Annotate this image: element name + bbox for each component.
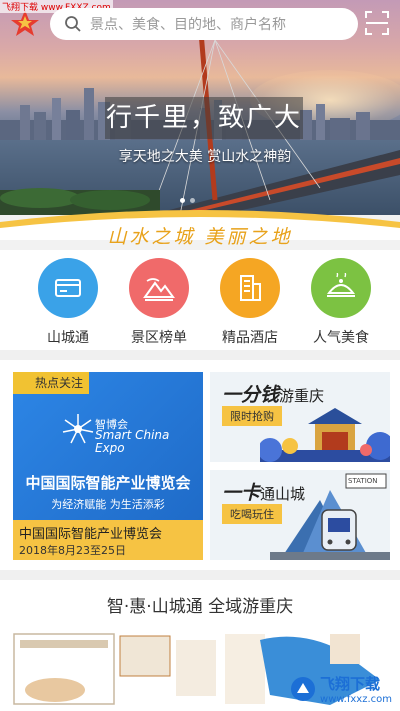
search-input[interactable]: 景点、美食、目的地、商户名称 <box>90 14 286 34</box>
expo-footer-title: 中国国际智能产业博览会 <box>19 527 163 542</box>
quick-item-food[interactable]: 人气美食 <box>301 258 381 347</box>
hot-tag: 热点关注 <box>13 372 89 394</box>
card-title: 一分钱游重庆 <box>222 380 324 407</box>
slogan: 山水之城 美丽之地 <box>107 226 293 248</box>
building-icon <box>220 258 280 318</box>
expo-card[interactable]: 热点关注 智博会 Smart China Expo 中国国际智能产业博览会 为经… <box>13 372 203 560</box>
promo-cards: 热点关注 智博会 Smart China Expo 中国国际智能产业博览会 为经… <box>0 360 400 570</box>
expo-logo-en: Smart China Expo <box>95 428 170 455</box>
dish-icon <box>311 258 371 318</box>
expo-subtitle: 为经济赋能 为生活添彩 <box>51 498 165 511</box>
quick-label: 人气美食 <box>313 330 369 346</box>
expo-footer: 中国国际智能产业博览会 2018年8月23至25日 <box>13 520 203 560</box>
card-title-suffix: 游重庆 <box>279 387 325 405</box>
section-divider <box>0 570 400 580</box>
quick-label: 精品酒店 <box>222 330 278 346</box>
section-divider <box>0 350 400 360</box>
watermark-title: 飞翔下载 <box>320 675 381 693</box>
search-icon <box>65 16 81 32</box>
hero-title: 行千里，致广大 <box>105 97 303 139</box>
watermark-url: www.fxxz.com <box>320 694 392 705</box>
quick-label: 景区榜单 <box>131 330 187 346</box>
mountain-icon <box>129 258 189 318</box>
expo-footer-date: 2018年8月23至25日 <box>19 544 126 557</box>
station-sign: STATION <box>348 477 378 485</box>
quick-entries: 山城通 景区榜单 精品酒店 人气美食 <box>0 250 400 350</box>
watermark-logo-icon <box>291 677 316 701</box>
feature-section: 智·惠·山城通 全域游重庆 飞翔下载 www.fxxz.com <box>0 580 400 711</box>
quick-item-hotel[interactable]: 精品酒店 <box>210 258 290 347</box>
card-title-prefix: 一卡 <box>222 482 261 504</box>
temple-illustration <box>260 408 390 462</box>
feature-title: 智·惠·山城通 全域游重庆 <box>106 597 294 617</box>
scan-icon[interactable] <box>364 10 390 36</box>
expo-logo-icon <box>62 414 94 444</box>
penny-tour-card[interactable]: 一分钱游重庆 限时抢购 <box>210 372 390 462</box>
expo-title: 中国国际智能产业博览会 <box>25 474 191 492</box>
quick-item-ranking[interactable]: 景区榜单 <box>119 258 199 347</box>
card-icon <box>38 258 98 318</box>
hero-subtitle: 享天地之大美 赏山水之神韵 <box>118 149 292 165</box>
quick-item-shanchengtong[interactable]: 山城通 <box>28 258 108 347</box>
quick-label: 山城通 <box>47 330 89 346</box>
watermark-bottom: 飞翔下载 www.fxxz.com <box>290 673 392 705</box>
card-title-prefix: 一分钱 <box>222 384 280 406</box>
search-bar[interactable]: 景点、美食、目的地、商户名称 <box>50 8 358 40</box>
one-card-city-card[interactable]: 一卡通山城 吃喝玩住 STATION <box>210 470 390 560</box>
